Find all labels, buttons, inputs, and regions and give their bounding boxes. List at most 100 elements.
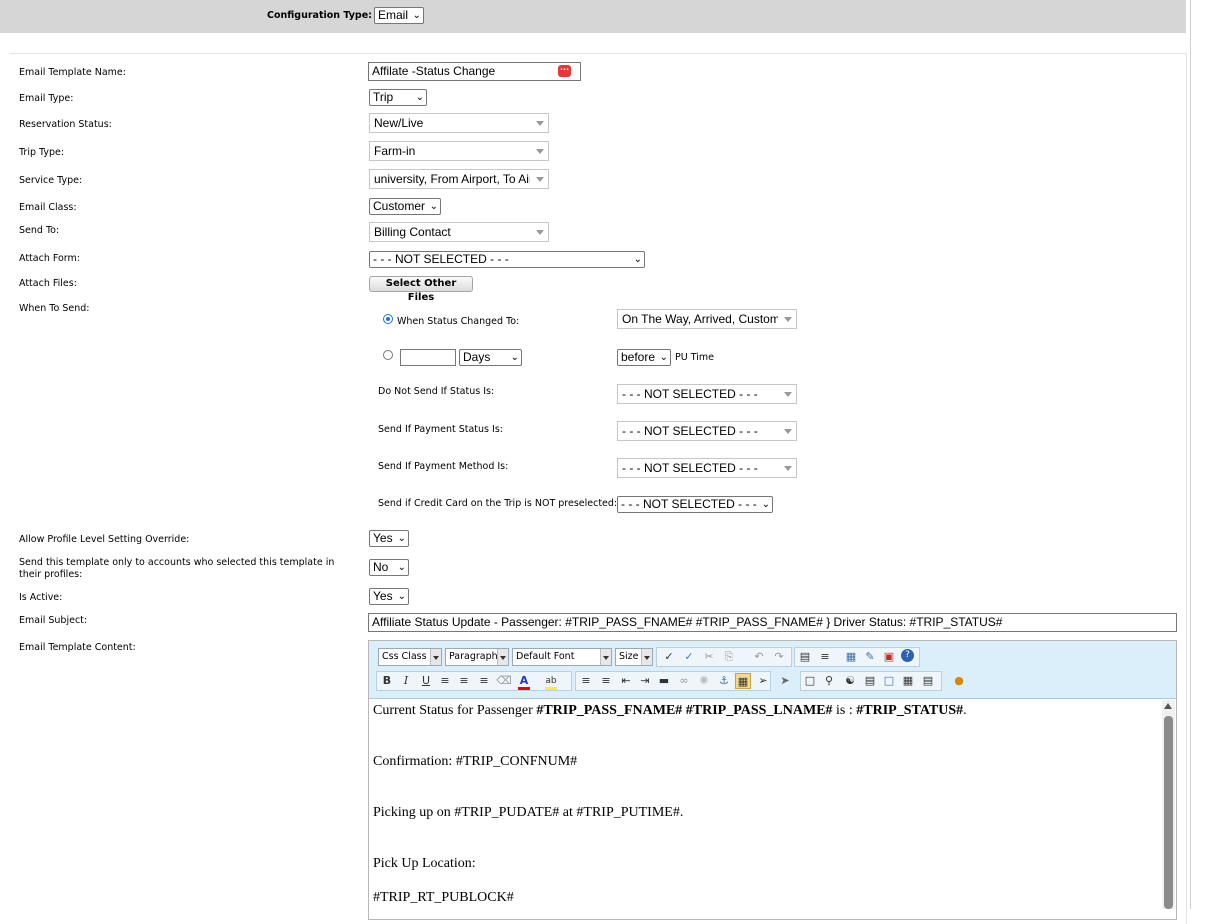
ordered-list-icon[interactable]: ≡ — [578, 673, 594, 689]
service-type-multiselect[interactable]: university, From Airport, To Airport — [369, 169, 549, 189]
table-properties-icon[interactable]: ▤ — [920, 673, 936, 689]
spellcheck-icon[interactable]: ✓ — [681, 649, 697, 665]
dropdown-arrow-icon — [536, 149, 544, 154]
template-name-label: Email Template Name: — [19, 67, 126, 78]
chevron-down-icon — [641, 649, 652, 665]
more-options-icon[interactable]: ··· — [558, 65, 571, 77]
font-dropdown[interactable]: Default Font — [512, 648, 612, 666]
trip-type-label: Trip Type: — [19, 147, 65, 158]
chevron-down-icon — [430, 649, 441, 665]
form-icon[interactable]: ▤ — [862, 673, 878, 689]
horizontal-rule-icon[interactable]: ▬ — [656, 673, 672, 689]
override-select[interactable]: Yes ⌄ — [369, 530, 409, 547]
unlink-icon[interactable]: ✺ — [696, 673, 712, 689]
align-center-icon[interactable]: ≡ — [456, 673, 472, 689]
content-line-4[interactable]: Pick Up Location: — [373, 856, 476, 872]
cut-icon[interactable]: ✂ — [701, 649, 717, 665]
template-name-input[interactable]: Affilate -Status Change — [368, 62, 581, 81]
highlight-swatch — [545, 687, 557, 690]
reservation-status-multiselect[interactable]: New/Live — [369, 113, 549, 133]
email-subject-input[interactable]: Affiliate Status Update - Passenger: #TR… — [368, 613, 1177, 632]
chevron-down-icon — [497, 649, 508, 665]
new-document-icon[interactable]: □ — [802, 673, 818, 689]
content-line-5[interactable]: #TRIP_RT_PUBLOCK# — [373, 890, 514, 906]
link-icon[interactable]: ∞ — [676, 673, 692, 689]
align-left-icon[interactable]: ≡ — [437, 673, 453, 689]
config-type-label: Configuration Type: — [267, 10, 372, 21]
chevron-down-icon: ⌄ — [412, 10, 421, 21]
zoom-icon[interactable]: ⚲ — [821, 673, 837, 689]
editor-scroll-thumb[interactable] — [1164, 716, 1173, 909]
select-other-files-button[interactable]: Select Other Files — [369, 276, 473, 303]
do-not-send-label: Do Not Send If Status Is: — [378, 386, 495, 397]
payment-method-label: Send If Payment Method Is: — [378, 461, 509, 472]
indent-icon[interactable]: ⇥ — [637, 673, 653, 689]
only-accounts-label: Send this template only to accounts who … — [19, 557, 335, 580]
credit-card-select[interactable]: - - - NOT SELECTED - - - ⌄ — [617, 496, 773, 513]
dropdown-arrow-icon — [536, 121, 544, 126]
outdent-icon[interactable]: ⇤ — [618, 673, 634, 689]
undo-icon[interactable]: ↶ — [751, 649, 767, 665]
image-manager-icon[interactable]: ▦ — [843, 649, 859, 665]
do-not-send-multiselect[interactable]: - - - NOT SELECTED - - - — [617, 384, 797, 404]
chevron-down-icon: ⌄ — [397, 533, 406, 544]
anchor-icon[interactable]: ⚓ — [716, 673, 732, 689]
is-active-label: Is Active: — [19, 592, 63, 603]
email-type-label: Email Type: — [19, 93, 74, 104]
preview-icon[interactable]: ▤ — [797, 649, 813, 665]
payment-status-multiselect[interactable]: - - - NOT SELECTED - - - — [617, 421, 797, 441]
chevron-down-icon: ⌄ — [761, 499, 770, 510]
content-line-2[interactable]: Confirmation: #TRIP_CONFNUM# — [373, 754, 577, 770]
days-unit-select[interactable]: Days ⌄ — [459, 349, 522, 366]
status-changed-radio[interactable] — [383, 314, 393, 324]
status-changed-multiselect[interactable]: On The Way, Arrived, Customer — [617, 309, 797, 329]
pdf-export-icon[interactable]: ▣ — [881, 649, 897, 665]
payment-method-multiselect[interactable]: - - - NOT SELECTED - - - — [617, 458, 797, 478]
before-after-select[interactable]: before ⌄ — [617, 349, 671, 366]
paste-icon[interactable]: ⎘ — [721, 649, 737, 665]
dropdown-arrow-icon — [536, 177, 544, 182]
override-label: Allow Profile Level Setting Override: — [19, 534, 190, 545]
when-to-send-label: When To Send: — [19, 303, 90, 314]
image-edit-icon[interactable]: ✎ — [862, 649, 878, 665]
scroll-up-icon[interactable] — [1164, 703, 1172, 709]
table-grid-icon[interactable]: ▦ — [735, 673, 751, 689]
cursor-icon[interactable]: ➤ — [777, 673, 793, 689]
format-stripper-icon[interactable]: ≡ — [817, 649, 833, 665]
chevron-down-icon: ⌄ — [429, 201, 438, 212]
send-to-multiselect[interactable]: Billing Contact — [369, 222, 549, 242]
insert-table-icon[interactable]: ▦ — [900, 673, 916, 689]
content-line-1[interactable]: Current Status for Passenger #TRIP_PASS_… — [373, 703, 967, 719]
size-dropdown[interactable]: Size — [615, 648, 653, 666]
content-line-3[interactable]: Picking up on #TRIP_PUDATE# at #TRIP_PUT… — [373, 805, 683, 821]
chevron-down-icon: ⌄ — [397, 591, 406, 602]
paragraph-dropdown[interactable]: Paragraph — [445, 648, 509, 666]
days-count-input[interactable] — [400, 349, 456, 366]
help-icon[interactable]: ? — [901, 649, 914, 662]
attach-form-select[interactable]: - - - NOT SELECTED - - - ⌄ — [369, 251, 645, 268]
only-accounts-select[interactable]: No ⌄ — [369, 559, 409, 576]
eraser-icon[interactable]: ⌫ — [496, 673, 512, 689]
bullet-list-icon[interactable]: ≡ — [598, 673, 614, 689]
redo-icon[interactable]: ↷ — [771, 649, 787, 665]
align-right-icon[interactable]: ≡ — [476, 673, 492, 689]
chevron-down-icon: ⌄ — [510, 352, 519, 363]
italic-icon[interactable]: I — [398, 673, 414, 689]
select-element-icon[interactable]: □ — [881, 673, 897, 689]
email-type-select[interactable]: Trip ⌄ — [369, 89, 427, 106]
reservation-status-label: Reservation Status: — [19, 119, 112, 130]
trip-type-multiselect[interactable]: Farm-in — [369, 141, 549, 161]
find-replace-icon[interactable]: ☯ — [842, 673, 858, 689]
email-class-select[interactable]: Customer ⌄ — [369, 198, 441, 215]
dropdown-arrow-icon — [784, 317, 792, 322]
is-active-select[interactable]: Yes ⌄ — [369, 588, 409, 605]
dropdown-arrow-icon — [784, 466, 792, 471]
time-based-radio[interactable] — [383, 350, 393, 360]
format-brush-icon[interactable]: ✓ — [661, 649, 677, 665]
config-type-select[interactable]: Email ⌄ — [374, 7, 424, 24]
css-class-dropdown[interactable]: Css Class — [378, 648, 442, 666]
select-all-icon[interactable]: ➢ — [755, 673, 771, 689]
underline-icon[interactable]: U — [418, 673, 434, 689]
bold-icon[interactable]: B — [379, 673, 395, 689]
template-manager-icon[interactable]: ● — [951, 673, 967, 689]
